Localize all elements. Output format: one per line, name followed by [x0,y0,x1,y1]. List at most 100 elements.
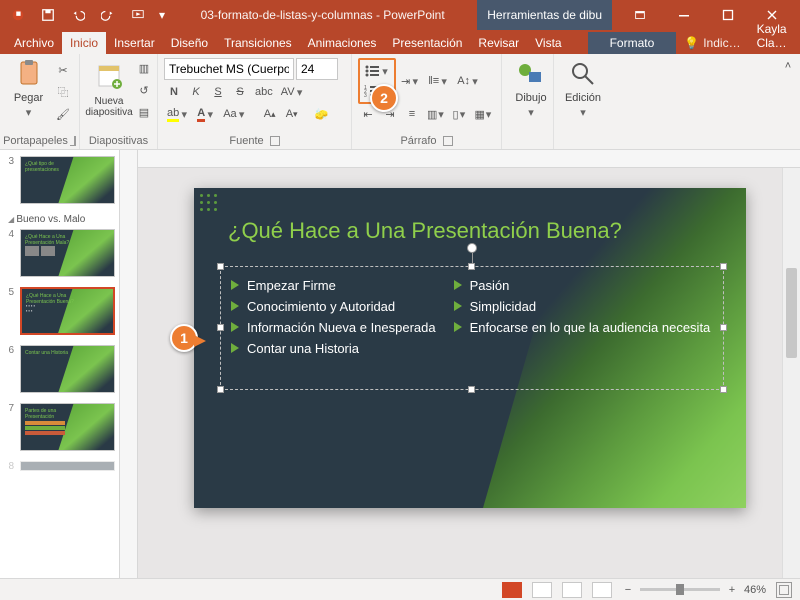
align-text-button[interactable]: ▯▾ [450,104,470,124]
slide-title[interactable]: ¿Qué Hace a Una Presentación Buena? [228,218,622,244]
bullet-list-left[interactable]: Empezar Firme Conocimiento y Autoridad I… [231,275,436,359]
text-shadow-button[interactable]: abc [252,82,276,102]
increase-list-level-button[interactable]: ⇥▾ [398,71,423,91]
format-painter-icon[interactable]: 🖌 [53,104,73,124]
paste-button[interactable]: Pegar ▾ [6,58,51,119]
list-item[interactable]: Enfocarse en lo que la audiencia necesit… [454,317,711,338]
change-case-button[interactable]: Aa▾ [220,104,249,124]
tab-slideshow[interactable]: Presentación [384,32,470,54]
slide-canvas[interactable]: ¿Qué Hace a Una Presentación Buena? Empe… [138,168,800,578]
list-item[interactable]: Empezar Firme [231,275,436,296]
qat-customize-icon[interactable]: ▾ [156,3,168,27]
clear-formatting-button[interactable]: 🧽 [312,104,332,124]
zoom-in-button[interactable]: + [726,584,738,596]
convert-smartart-button[interactable]: ▦▾ [472,104,496,124]
slide-thumbnails-panel[interactable]: 3 ¿Qué tipo de presentaciones Bueno vs. … [0,150,120,578]
line-spacing-button[interactable]: ‖≡▾ [425,71,452,91]
account-name[interactable]: Kayla Cla… [749,18,795,54]
tab-home[interactable]: Inicio [62,32,106,54]
ribbon-display-options-icon[interactable] [618,0,662,30]
thumbnail-4[interactable]: 4 ¿Qué Hace a Una Presentación Mala? [4,229,115,277]
strikethrough-button[interactable]: S [230,82,250,102]
copy-icon[interactable]: ⿻ [53,82,73,102]
slideshow-view-button[interactable] [592,582,612,598]
new-slide-button[interactable]: Nueva diapositiva [86,62,132,118]
cut-icon[interactable]: ✂ [53,60,73,80]
minimize-button[interactable] [662,0,706,30]
zoom-slider[interactable] [640,588,720,591]
resize-handle[interactable] [468,263,475,270]
vertical-scrollbar[interactable] [782,168,800,578]
dialog-launcher-icon[interactable] [270,136,280,146]
scrollbar-thumb[interactable] [786,268,797,358]
share-icon[interactable]: 👤 [795,32,800,54]
slide-sorter-view-button[interactable] [532,582,552,598]
reset-icon[interactable]: ↺ [134,80,154,100]
zoom-out-button[interactable]: − [622,584,634,596]
editing-button[interactable]: Edición▾ [560,58,606,119]
thumbnail-6[interactable]: 6 Contar una Historia [4,345,115,393]
tab-file[interactable]: Archivo [6,32,62,54]
content-textbox[interactable]: Empezar Firme Conocimiento y Autoridad I… [220,266,724,390]
text-direction-button[interactable]: A↕▾ [454,71,483,91]
tab-insert[interactable]: Insertar [106,32,163,54]
collapse-ribbon-icon[interactable]: ˄ [778,56,798,76]
list-item[interactable]: Contar una Historia [231,338,436,359]
font-size-input[interactable] [301,62,333,76]
underline-button[interactable]: S [208,82,228,102]
undo-icon[interactable] [66,3,90,27]
list-item[interactable]: Simplicidad [454,296,711,317]
redo-icon[interactable] [96,3,120,27]
font-color-button[interactable]: A▾ [194,104,218,124]
fit-to-window-button[interactable] [776,582,792,598]
bullet-list-right[interactable]: Pasión Simplicidad Enfocarse en lo que l… [454,275,711,359]
columns-button[interactable]: ▥▾ [424,104,448,124]
italic-button[interactable]: K [186,82,206,102]
layout-icon[interactable]: ▥ [134,58,154,78]
section-icon[interactable]: ▤ [134,102,154,122]
resize-handle[interactable] [720,324,727,331]
align-left-button[interactable]: ≡ [402,104,422,124]
thumbnail-7[interactable]: 7 Partes de una Presentación [4,403,115,451]
resize-handle[interactable] [720,263,727,270]
font-size-combo[interactable] [296,58,338,80]
decrease-font-button[interactable]: A▾ [282,104,302,124]
dialog-launcher-icon[interactable] [443,136,453,146]
tab-transitions[interactable]: Transiciones [216,32,300,54]
tab-review[interactable]: Revisar [470,32,527,54]
tell-me[interactable]: 💡Indic… [676,32,748,54]
reading-view-button[interactable] [562,582,582,598]
drawing-button[interactable]: Dibujo▾ [508,58,554,119]
resize-handle[interactable] [720,386,727,393]
resize-handle[interactable] [217,263,224,270]
maximize-button[interactable] [706,0,750,30]
list-item[interactable]: Conocimiento y Autoridad [231,296,436,317]
thumbnail-3[interactable]: 3 ¿Qué tipo de presentaciones [4,156,115,204]
font-name-combo[interactable] [164,58,294,80]
resize-handle[interactable] [217,324,224,331]
thumbnail-5[interactable]: 5 ¿Qué Hace a Una Presentación Buena?▪ ▪… [4,287,115,335]
resize-handle[interactable] [468,386,475,393]
group-editing: Edición▾ [554,54,610,149]
list-item[interactable]: Pasión [454,275,711,296]
zoom-slider-thumb[interactable] [676,584,684,595]
increase-font-button[interactable]: A▴ [260,104,280,124]
normal-view-button[interactable] [502,582,522,598]
tab-format[interactable]: Formato [588,32,677,54]
resize-handle[interactable] [217,386,224,393]
bullets-button[interactable]: ▾ [361,61,393,81]
highlight-color-button[interactable]: ab▾ [164,104,192,124]
rotate-handle[interactable] [467,243,477,253]
bold-button[interactable]: N [164,82,184,102]
tab-view[interactable]: Vista [527,32,569,54]
list-item[interactable]: Información Nueva e Inesperada [231,317,436,338]
tab-design[interactable]: Diseño [163,32,216,54]
tab-animations[interactable]: Animaciones [300,32,385,54]
character-spacing-button[interactable]: AV▾ [278,82,308,102]
start-from-beginning-icon[interactable] [126,3,150,27]
dialog-launcher-icon[interactable] [74,136,76,146]
section-header[interactable]: Bueno vs. Malo [8,214,115,225]
font-name-input[interactable] [169,62,289,76]
save-icon[interactable] [36,3,60,27]
thumbnail-8[interactable]: 8 [4,461,115,472]
